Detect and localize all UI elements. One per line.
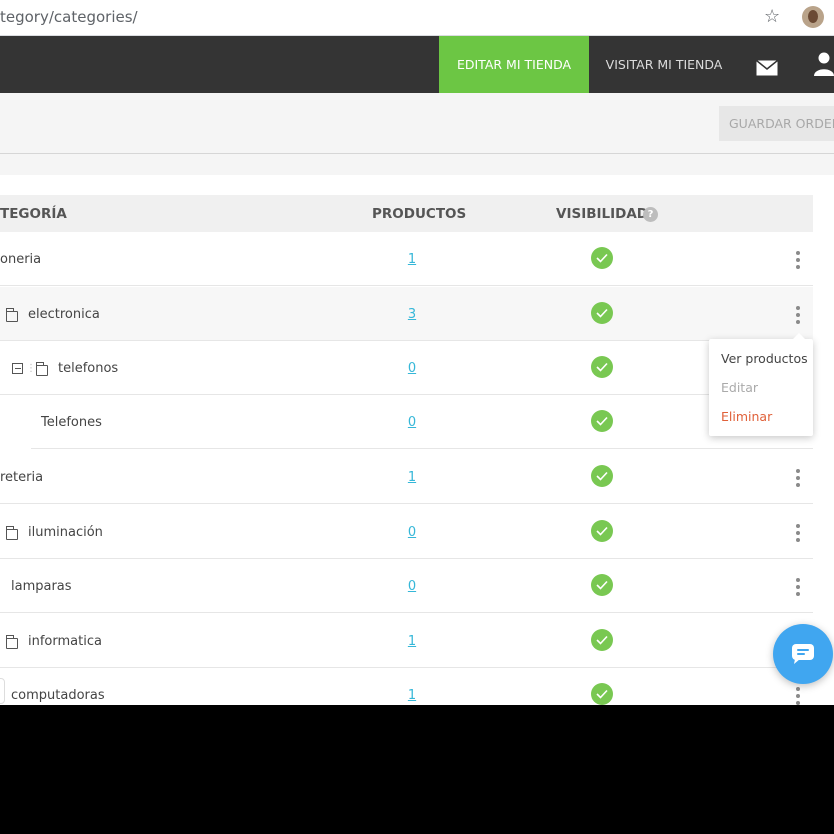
- category-name[interactable]: telefonos: [58, 361, 118, 376]
- more-vertical-icon[interactable]: [794, 687, 802, 705]
- edit-store-button[interactable]: EDITAR MI TIENDA: [439, 36, 589, 93]
- folder-icon: [5, 635, 18, 649]
- product-count-link[interactable]: 1: [407, 634, 417, 649]
- check-icon[interactable]: [591, 247, 613, 269]
- toolbar: GUARDAR ORDEN: [0, 93, 834, 154]
- table-row[interactable]: Telefones 0: [0, 395, 813, 449]
- category-name[interactable]: lamparas: [11, 579, 72, 594]
- column-header-visibility[interactable]: VISIBILIDAD: [556, 206, 648, 222]
- drag-handle-icon[interactable]: [0, 678, 5, 704]
- chat-icon: [792, 644, 814, 664]
- top-navigation: EDITAR MI TIENDA VISITAR MI TIENDA: [0, 36, 834, 93]
- check-icon[interactable]: [591, 465, 613, 487]
- table-row[interactable]: iluminación 0: [0, 505, 813, 559]
- folder-icon: [35, 362, 48, 376]
- category-name[interactable]: oneria: [0, 252, 41, 267]
- menu-item-view-products[interactable]: Ver productos: [721, 351, 808, 366]
- folder-icon: [5, 308, 18, 322]
- category-name[interactable]: electronica: [28, 307, 100, 322]
- product-count-link[interactable]: 1: [407, 688, 417, 703]
- help-icon[interactable]: ?: [643, 207, 658, 222]
- chat-button[interactable]: [773, 624, 833, 684]
- product-count-link[interactable]: 1: [407, 470, 417, 485]
- app-viewport: tegory/categories/ ☆ EDITAR MI TIENDA VI…: [0, 0, 834, 705]
- table-row[interactable]: oneria 1: [0, 232, 813, 286]
- product-count-link[interactable]: 0: [407, 579, 417, 594]
- table-row[interactable]: ⋮ telefonos 0: [0, 341, 813, 395]
- column-header-products[interactable]: PRODUCTOS: [372, 206, 466, 222]
- collapse-icon[interactable]: [12, 363, 23, 374]
- check-icon[interactable]: [591, 356, 613, 378]
- product-count-link[interactable]: 1: [407, 252, 417, 267]
- table-row[interactable]: lamparas 0: [0, 559, 813, 613]
- product-count-link[interactable]: 0: [407, 361, 417, 376]
- category-name[interactable]: reteria: [0, 470, 43, 485]
- table-row[interactable]: computadoras 1: [0, 668, 813, 705]
- category-name[interactable]: iluminación: [28, 525, 103, 540]
- visit-store-button[interactable]: VISITAR MI TIENDA: [597, 36, 731, 93]
- table-header: TEGORÍA PRODUCTOS VISIBILIDAD ?: [0, 195, 813, 232]
- mail-icon[interactable]: [756, 60, 778, 76]
- table-row[interactable]: informatica 1: [0, 614, 813, 668]
- menu-item-delete[interactable]: Eliminar: [721, 409, 772, 424]
- check-icon[interactable]: [591, 683, 613, 705]
- category-name[interactable]: Telefones: [41, 415, 102, 430]
- drag-handle-icon[interactable]: ⋮: [26, 363, 36, 374]
- table-row[interactable]: electronica 3: [0, 287, 813, 341]
- star-icon[interactable]: ☆: [764, 6, 780, 27]
- more-vertical-icon[interactable]: [794, 251, 802, 271]
- product-count-link[interactable]: 3: [407, 307, 417, 322]
- browser-profile-avatar[interactable]: [802, 6, 824, 28]
- more-vertical-icon[interactable]: [794, 469, 802, 489]
- folder-icon: [5, 526, 18, 540]
- column-header-category[interactable]: TEGORÍA: [0, 206, 67, 222]
- check-icon[interactable]: [591, 629, 613, 651]
- more-vertical-icon[interactable]: [794, 524, 802, 544]
- category-name[interactable]: informatica: [28, 634, 102, 649]
- browser-address-bar[interactable]: tegory/categories/ ☆: [0, 0, 834, 36]
- url-text[interactable]: tegory/categories/: [0, 8, 138, 26]
- table-row[interactable]: reteria 1: [0, 450, 813, 504]
- check-icon[interactable]: [591, 520, 613, 542]
- check-icon[interactable]: [591, 574, 613, 596]
- product-count-link[interactable]: 0: [407, 525, 417, 540]
- more-vertical-icon[interactable]: [794, 306, 802, 326]
- row-actions-menu: Ver productos Editar Eliminar: [709, 333, 813, 436]
- user-icon[interactable]: [813, 52, 834, 76]
- check-icon[interactable]: [591, 410, 613, 432]
- more-vertical-icon[interactable]: [794, 578, 802, 598]
- category-name[interactable]: computadoras: [11, 688, 105, 703]
- product-count-link[interactable]: 0: [407, 415, 417, 430]
- check-icon[interactable]: [591, 302, 613, 324]
- menu-item-edit[interactable]: Editar: [721, 380, 758, 395]
- save-order-button[interactable]: GUARDAR ORDEN: [719, 106, 834, 141]
